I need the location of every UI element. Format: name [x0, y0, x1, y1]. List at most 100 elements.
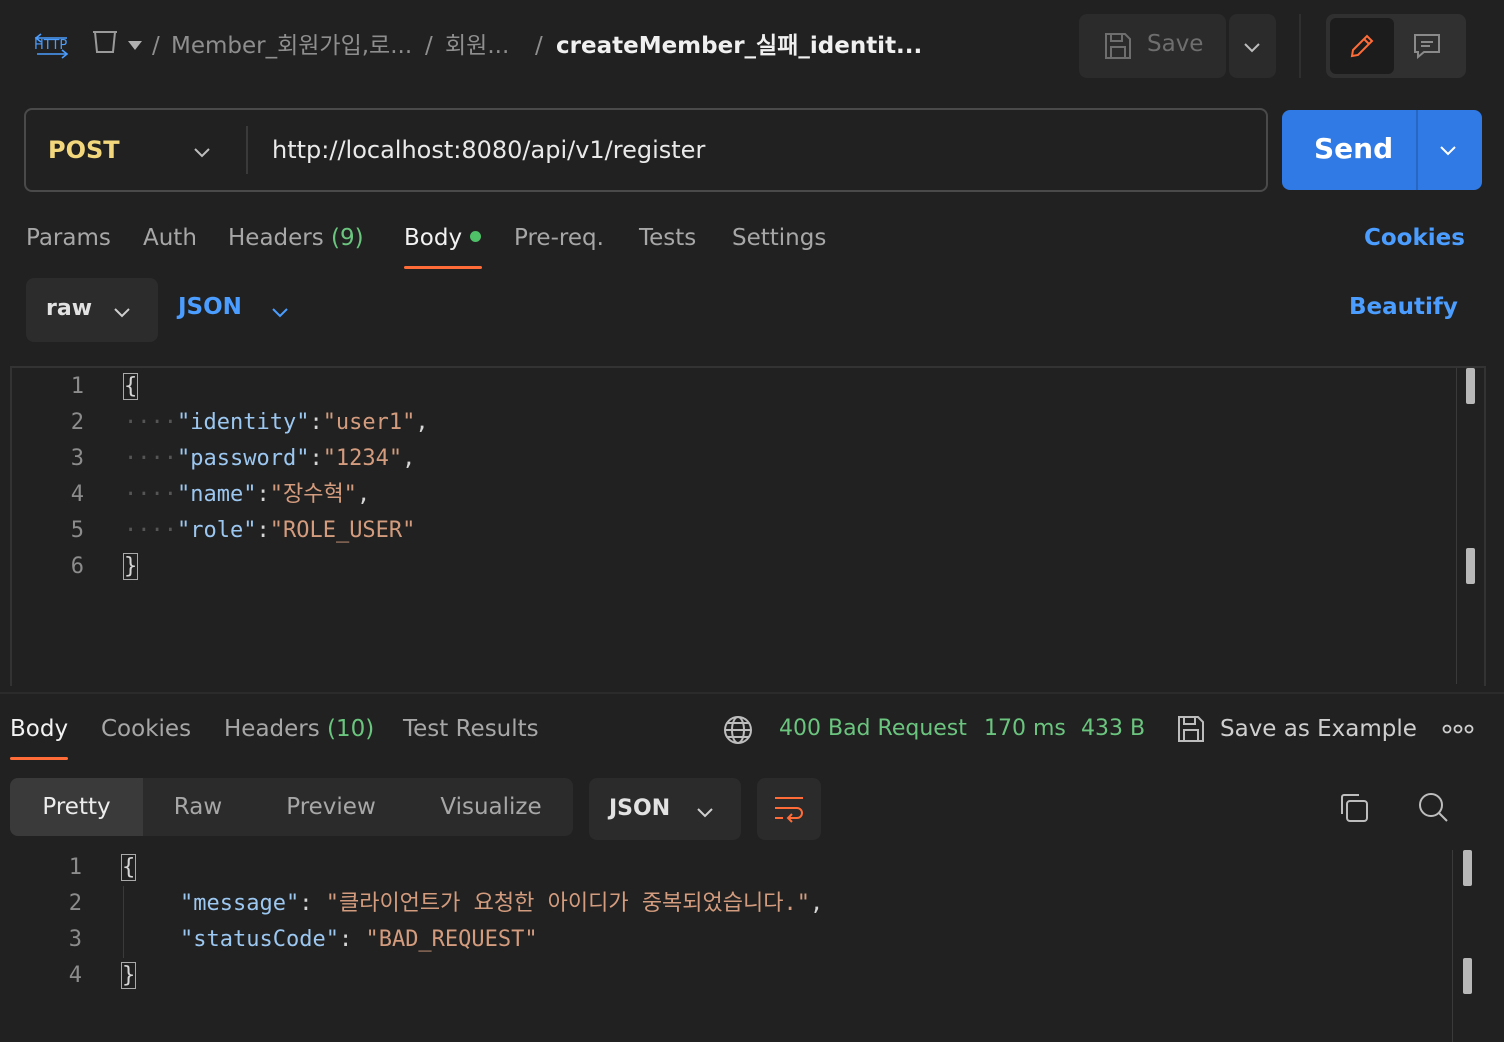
- tab-settings[interactable]: Settings: [732, 223, 826, 253]
- url-divider: [246, 126, 248, 174]
- code-line: "statusCode": "BAD_REQUEST": [180, 927, 538, 952]
- cookies-link[interactable]: Cookies: [1364, 223, 1465, 253]
- response-scroll-track: [1452, 850, 1453, 1042]
- json-value: "BAD_REQUEST": [365, 927, 538, 952]
- json-value: "user1": [322, 410, 416, 435]
- open-brace: {: [120, 854, 137, 881]
- json-key: "name": [176, 482, 257, 507]
- save-label: Save: [1147, 31, 1204, 57]
- response-scrollbar[interactable]: [1463, 850, 1472, 886]
- breadcrumb-request-name[interactable]: createMember_실패_identit...: [556, 31, 922, 61]
- body-mode-label: raw: [46, 296, 93, 321]
- line-number: 1: [70, 374, 84, 399]
- editor-scroll-track: [1456, 368, 1457, 684]
- view-preview-button[interactable]: Preview: [253, 778, 409, 836]
- response-time[interactable]: 170 ms: [984, 714, 1066, 744]
- search-icon[interactable]: [1416, 790, 1450, 824]
- toolbar-divider: [1299, 14, 1301, 78]
- chevron-down-icon: [697, 808, 713, 818]
- tab-prereq[interactable]: Pre-req.: [514, 223, 604, 253]
- code-line: ····"name":"장수혁",: [124, 482, 371, 507]
- json-value: "클라이언트가 요청한 아이디가 중복되었습니다.": [325, 891, 810, 916]
- chevron-down-icon[interactable]: [270, 302, 290, 322]
- save-options-button[interactable]: [1229, 14, 1276, 78]
- wrap-lines-button[interactable]: [757, 778, 821, 840]
- response-size[interactable]: 433 B: [1081, 714, 1145, 744]
- collection-dropdown-icon[interactable]: [127, 36, 143, 50]
- save-icon: [1105, 33, 1131, 59]
- code-line: {: [120, 852, 137, 884]
- tab-params[interactable]: Params: [26, 223, 111, 253]
- tab-auth[interactable]: Auth: [143, 223, 197, 253]
- wrap-lines-icon: [775, 797, 803, 823]
- tab-headers[interactable]: Headers (9): [228, 223, 364, 253]
- edit-mode-button[interactable]: [1330, 18, 1394, 74]
- json-key: "password": [176, 446, 310, 471]
- breadcrumb-folder[interactable]: 회원...: [445, 31, 509, 61]
- comment-icon: [1414, 34, 1440, 60]
- code-line: ····"identity":"user1",: [124, 410, 429, 435]
- body-language-dropdown[interactable]: JSON: [178, 294, 242, 320]
- editor-scrollbar[interactable]: [1466, 368, 1475, 404]
- send-divider: [1416, 110, 1418, 190]
- json-key: "role": [176, 518, 257, 543]
- code-line: ····"password":"1234",: [124, 446, 416, 471]
- line-number: 4: [68, 963, 82, 988]
- beautify-link[interactable]: Beautify: [1349, 294, 1458, 320]
- json-value: "1234": [322, 446, 403, 471]
- response-tab-headers-label: Headers: [224, 716, 320, 742]
- editor-scrollbar-marker: [1466, 548, 1475, 584]
- json-value: "ROLE_USER": [269, 518, 416, 543]
- save-icon[interactable]: [1176, 714, 1206, 744]
- response-tab-body[interactable]: Body: [10, 714, 68, 744]
- line-number: 6: [70, 554, 84, 579]
- breadcrumb-separator: /: [152, 33, 160, 59]
- indent-guide: [123, 886, 124, 958]
- status-code[interactable]: 400 Bad Request: [779, 714, 967, 744]
- response-scrollbar-marker: [1463, 958, 1472, 994]
- chevron-down-icon: [114, 308, 130, 318]
- breadcrumb-separator: /: [535, 33, 543, 59]
- view-visualize-button[interactable]: Visualize: [409, 778, 573, 836]
- method-select[interactable]: POST: [48, 136, 120, 164]
- line-number: 3: [68, 927, 82, 952]
- line-number: 4: [70, 482, 84, 507]
- tab-tests[interactable]: Tests: [639, 223, 696, 253]
- more-options-icon[interactable]: [1442, 722, 1474, 736]
- save-button[interactable]: Save: [1079, 14, 1226, 78]
- json-value: "장수혁": [269, 482, 357, 507]
- chevron-down-icon[interactable]: [1438, 140, 1458, 160]
- copy-icon[interactable]: [1338, 792, 1370, 824]
- response-view-switcher: Pretty Raw Preview Visualize: [10, 778, 573, 836]
- response-language-dropdown[interactable]: JSON: [589, 778, 741, 840]
- json-key: "statusCode": [180, 927, 339, 952]
- view-raw-button[interactable]: Raw: [143, 778, 253, 836]
- url-input[interactable]: [272, 130, 1232, 170]
- code-line: }: [120, 960, 137, 992]
- send-button[interactable]: Send: [1282, 110, 1482, 190]
- collection-icon[interactable]: [90, 26, 120, 56]
- chevron-down-icon: [1244, 43, 1260, 53]
- response-headers-count: (10): [327, 716, 375, 742]
- response-divider[interactable]: [0, 692, 1504, 694]
- code-line: {: [122, 371, 139, 403]
- view-pretty-button[interactable]: Pretty: [10, 778, 143, 836]
- response-tab-test-results[interactable]: Test Results: [403, 714, 539, 744]
- body-mode-dropdown[interactable]: raw: [26, 278, 158, 342]
- pencil-icon: [1350, 34, 1374, 58]
- breadcrumb-collection[interactable]: Member_회원가입,로...: [171, 31, 412, 61]
- body-modified-indicator: [470, 231, 482, 242]
- tab-body[interactable]: Body: [404, 223, 482, 253]
- chevron-down-icon[interactable]: [192, 142, 212, 162]
- tab-body-label: Body: [404, 225, 463, 251]
- response-tab-cookies[interactable]: Cookies: [101, 714, 191, 744]
- save-as-example-button[interactable]: Save as Example: [1220, 714, 1417, 744]
- headers-count: (9): [331, 225, 364, 251]
- response-tab-headers[interactable]: Headers (10): [224, 714, 374, 744]
- url-bar: POST: [24, 108, 1268, 192]
- code-line: "message": "클라이언트가 요청한 아이디가 중복되었습니다.",: [180, 891, 824, 916]
- line-number: 3: [70, 446, 84, 471]
- tab-headers-label: Headers: [228, 225, 324, 251]
- code-line: ····"role":"ROLE_USER": [124, 518, 416, 543]
- globe-icon[interactable]: [722, 714, 754, 746]
